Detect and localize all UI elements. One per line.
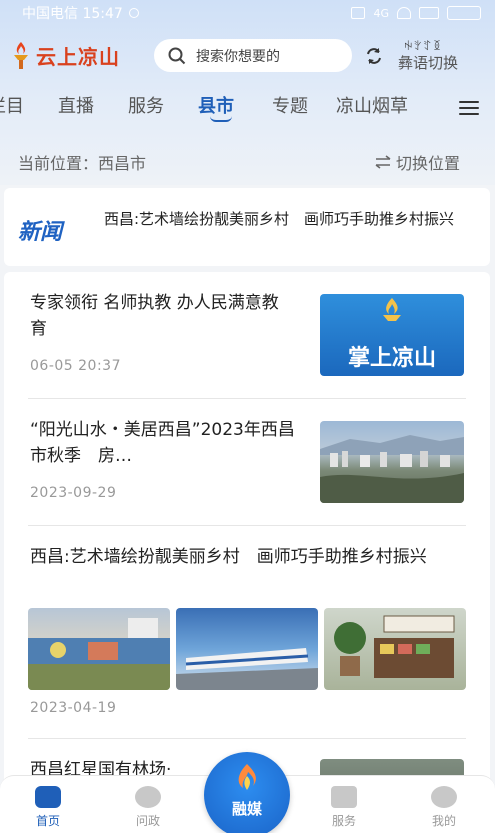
article-title[interactable]: 专家领衔 名师执教 办人民满意教育 xyxy=(30,290,292,342)
switch-location-button[interactable]: 切换位置 xyxy=(374,150,460,174)
nav-home[interactable]: 首页 xyxy=(18,786,78,829)
nav-ask[interactable]: 问政 xyxy=(118,786,178,829)
tab-counties[interactable]: 县市 xyxy=(198,92,234,118)
language-switch-label: 彝语切换 xyxy=(398,54,459,72)
grid-icon xyxy=(331,786,357,808)
status-bar: 中国电信 15:47 4G xyxy=(0,0,495,26)
nav-mine[interactable]: 我的 xyxy=(414,786,474,829)
media-fab-button[interactable]: 融媒 xyxy=(204,752,290,833)
menu-icon[interactable] xyxy=(459,101,479,117)
network-label: 4G xyxy=(373,6,389,20)
yi-script-label: ꑭꇬꄸꅉ xyxy=(404,40,443,53)
article-thumbnail[interactable] xyxy=(324,608,466,690)
article-title[interactable]: 西昌:艺术墙绘扮靓美丽乡村 画师巧手助推乡村振兴 xyxy=(30,544,470,570)
search-icon xyxy=(168,47,186,64)
language-switch-button[interactable]: ꑭꇬꄸꅉ 彝语切换 xyxy=(364,38,489,78)
location-bar: 当前位置：西昌市 切换位置 xyxy=(0,140,495,180)
swap-icon xyxy=(375,155,391,169)
article-thumbnail[interactable]: 掌上凉山 xyxy=(320,294,464,376)
notification-icon xyxy=(128,8,139,18)
tab-live[interactable]: 直播 xyxy=(58,92,94,118)
city-photo-icon xyxy=(320,435,464,503)
signal-icon xyxy=(419,7,439,19)
article-title[interactable]: “阳光山水・美居西昌”2023年西昌市秋季 房… xyxy=(30,417,300,469)
nav-home-label: 首页 xyxy=(35,814,60,828)
nav-mine-label: 我的 xyxy=(431,814,456,828)
tab-lanmu[interactable]: 栏目 xyxy=(0,92,24,118)
battery-icon xyxy=(447,6,481,20)
app-header: 云上凉山 搜索你想要的 ꑭꇬꄸꅉ 彝语切换 xyxy=(0,30,495,84)
list-item[interactable]: “阳光山水・美居西昌”2023年西昌市秋季 房… 2023-09-29 xyxy=(4,399,490,525)
channel-tabs: 栏目 直播 服务 县市 专题 凉山烟草 xyxy=(0,86,495,124)
list-item[interactable]: 西昌:艺术墙绘扮靓美丽乡村 画师巧手助推乡村振兴 2023-04-19 xyxy=(4,526,490,738)
tab-service[interactable]: 服务 xyxy=(128,92,164,118)
logo-text: 云上凉山 xyxy=(36,44,120,69)
article-date: 2023-09-29 xyxy=(30,485,117,501)
tab-topics[interactable]: 专题 xyxy=(272,92,308,118)
home-icon xyxy=(35,786,61,808)
user-icon xyxy=(431,786,457,808)
nav-service[interactable]: 服务 xyxy=(314,786,374,829)
article-list: 专家领衔 名师执教 办人民满意教育 06-05 20:37 掌上凉山 “阳光山水… xyxy=(4,272,490,832)
vibrate-icon xyxy=(351,7,366,19)
shop-mural-icon xyxy=(334,615,455,678)
list-item[interactable]: 专家领衔 名师执教 办人民满意教育 06-05 20:37 掌上凉山 xyxy=(4,272,490,398)
tab-liangshan-tobacco[interactable]: 凉山烟草 xyxy=(336,92,408,118)
news-headline[interactable]: 西昌:艺术墙绘扮靓美丽乡村 画师巧手助推乡村振兴 xyxy=(104,208,474,230)
news-banner[interactable]: 新闻 西昌:艺术墙绘扮靓美丽乡村 画师巧手助推乡村振兴 xyxy=(4,188,490,266)
train-mural-icon xyxy=(176,648,318,690)
switch-location-label: 切换位置 xyxy=(396,154,461,173)
article-date: 2023-04-19 xyxy=(30,700,117,716)
nav-service-label: 服务 xyxy=(331,814,356,828)
search-placeholder: 搜索你想要的 xyxy=(196,48,280,65)
torch-emblem-icon xyxy=(383,298,401,321)
search-input[interactable]: 搜索你想要的 xyxy=(154,39,352,72)
article-date: 06-05 20:37 xyxy=(30,358,121,374)
active-tab-indicator xyxy=(210,116,232,122)
nav-ask-label: 问政 xyxy=(135,814,160,828)
article-thumbnail[interactable] xyxy=(320,421,464,503)
current-location: 当前位置：西昌市 xyxy=(18,154,147,173)
carrier-time: 中国电信 15:47 xyxy=(22,6,123,22)
chat-icon xyxy=(135,786,161,808)
refresh-icon xyxy=(367,48,381,64)
article-thumbnail[interactable] xyxy=(28,608,170,690)
flame-icon xyxy=(238,764,256,790)
news-badge: 新闻 xyxy=(18,220,63,245)
media-fab-label: 融媒 xyxy=(231,800,262,818)
article-thumbnail[interactable] xyxy=(176,608,318,690)
torch-logo-icon xyxy=(14,42,28,69)
app-logo: 云上凉山 xyxy=(10,40,120,70)
wifi-icon xyxy=(397,7,411,19)
thumbnail-caption: 掌上凉山 xyxy=(347,346,436,371)
mural-photo-icon xyxy=(28,618,170,690)
